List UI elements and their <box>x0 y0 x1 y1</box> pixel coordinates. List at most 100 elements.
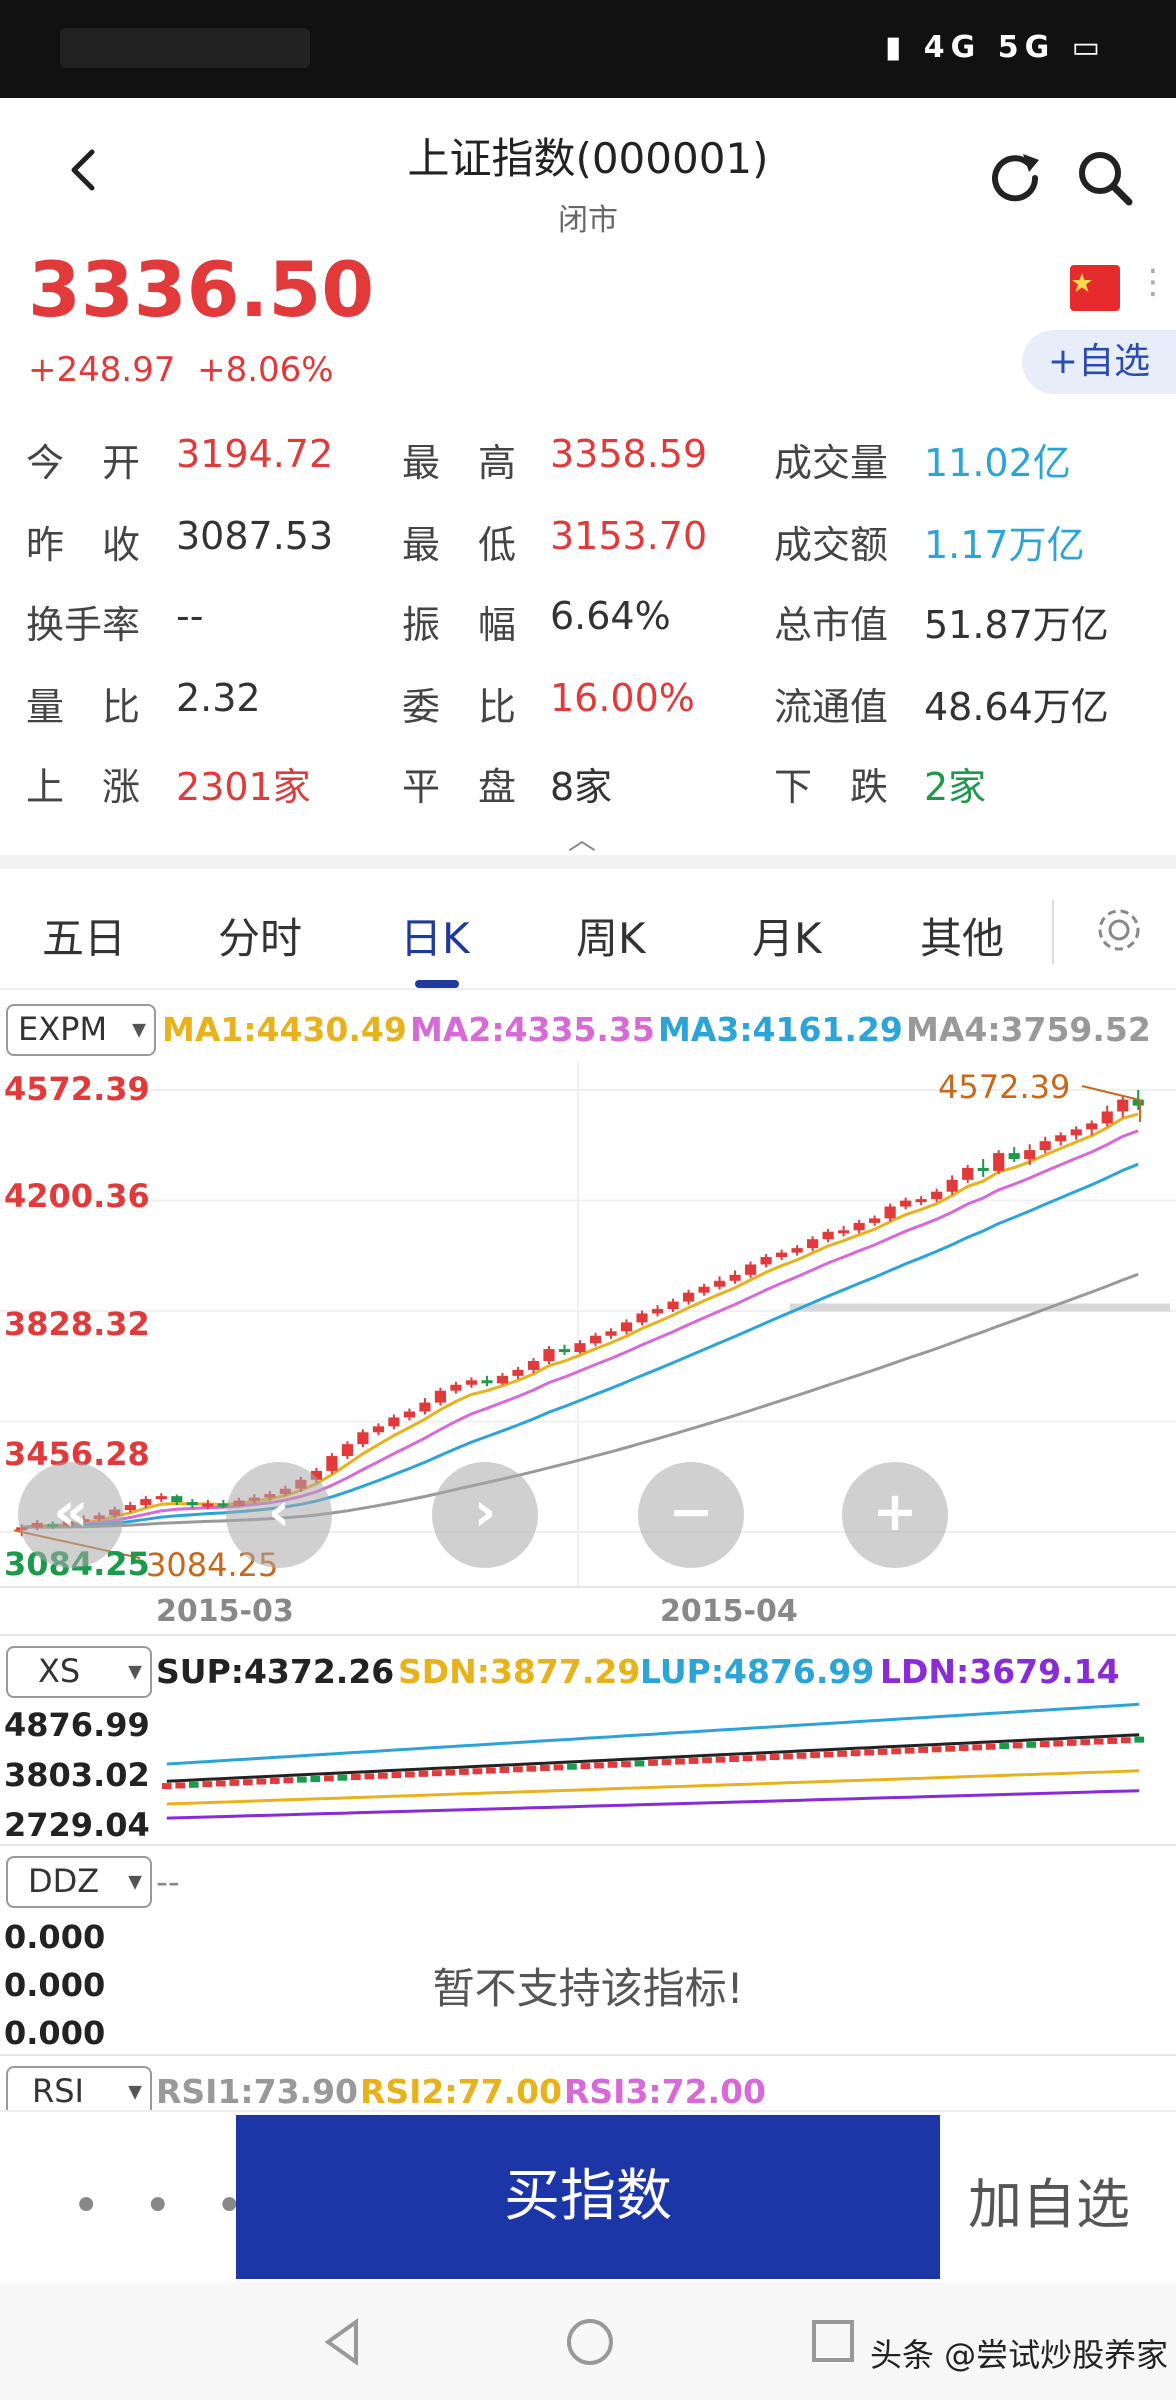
gear-icon[interactable] <box>1092 903 1146 957</box>
more-vertical-icon[interactable]: ⋮ <box>1136 262 1170 302</box>
status-bar-left <box>60 28 310 68</box>
candle-body <box>977 1167 989 1171</box>
ma2-value: MA2:4335.35 <box>410 1010 655 1049</box>
ldn-line <box>166 1789 1140 1820</box>
xs-candle <box>472 1768 483 1775</box>
nav-back-icon[interactable] <box>318 2318 366 2366</box>
stat-label: 上 涨 <box>26 765 141 809</box>
tab-1[interactable]: 分时 <box>218 905 302 966</box>
xs-candle <box>1026 1741 1037 1748</box>
tab-3[interactable]: 周K <box>576 905 646 966</box>
candle-body <box>589 1335 602 1344</box>
buy-index-button[interactable]: 买指数 <box>236 2115 940 2279</box>
candle-body <box>620 1322 633 1332</box>
tab-2[interactable]: 日K <box>400 905 470 966</box>
divider <box>0 1634 1176 1636</box>
xs-sdn-value: SDN:3877.29 <box>398 1652 641 1691</box>
xs-candle <box>175 1782 186 1789</box>
collapse-icon[interactable]: ︿ <box>568 818 596 858</box>
xs-candle <box>391 1772 402 1779</box>
candle-body <box>419 1402 431 1412</box>
xs-candle <box>877 1748 888 1755</box>
xs-candle <box>1080 1739 1091 1746</box>
xs-candle <box>850 1750 861 1757</box>
main-indicator-select[interactable]: EXPM ▼ <box>6 1004 156 1056</box>
candle-body <box>667 1301 679 1310</box>
xs-candle <box>904 1747 915 1754</box>
candle-body <box>202 1503 214 1507</box>
sup-line <box>166 1733 1140 1783</box>
xs-candle <box>337 1774 348 1781</box>
lup-line <box>166 1702 1140 1766</box>
add-favorite-button[interactable]: +自选 <box>1022 330 1176 394</box>
xs-candle <box>269 1777 280 1784</box>
search-icon[interactable] <box>1075 148 1135 208</box>
candle-body <box>993 1153 1005 1171</box>
tab-0[interactable]: 五日 <box>42 905 126 966</box>
xs-indicator-select[interactable]: XS ▼ <box>6 1646 152 1698</box>
candle-body <box>760 1257 772 1265</box>
tab-5[interactable]: 其他 <box>920 905 1004 966</box>
candle-body <box>900 1200 912 1207</box>
ma3-value: MA3:4161.29 <box>658 1010 903 1049</box>
unsupported-message: 暂不支持该指标! <box>432 1964 744 2013</box>
xs-candle <box>310 1775 321 1782</box>
stat-label: 振 幅 <box>402 603 517 647</box>
stat-value: 2301家 <box>176 765 311 809</box>
china-flag-icon[interactable] <box>1070 265 1120 311</box>
xs-candle <box>350 1774 361 1781</box>
candle-body <box>651 1309 664 1314</box>
xs-candle <box>985 1743 996 1750</box>
xs-candle <box>323 1775 334 1782</box>
watermark: 头条 @尝试炒股养家 <box>870 2336 1169 2374</box>
xs-candle <box>918 1746 928 1753</box>
candle-body <box>1070 1129 1082 1136</box>
divider <box>0 855 1176 869</box>
candle-body <box>791 1248 803 1253</box>
candle-body <box>1117 1099 1129 1112</box>
candle-body <box>915 1199 927 1203</box>
kline-chart[interactable] <box>0 1062 1176 1586</box>
xs-candle <box>769 1754 780 1761</box>
refresh-icon[interactable] <box>985 148 1045 208</box>
rsi1-value: RSI1:73.90 <box>156 2072 358 2111</box>
stat-label: 换手率 <box>26 603 141 647</box>
tab-4[interactable]: 月K <box>752 905 822 966</box>
stat-value: 2.32 <box>176 676 261 720</box>
candle-body <box>450 1384 462 1391</box>
xs-candle <box>661 1759 672 1766</box>
nav-recents-icon[interactable] <box>810 2318 856 2364</box>
rewind-button[interactable]: « <box>18 1462 124 1568</box>
scroll-left-button[interactable]: ‹ <box>226 1462 332 1568</box>
zoom-in-button[interactable]: + <box>842 1462 948 1568</box>
xs-chart[interactable] <box>0 1700 1176 1842</box>
stat-value: -- <box>176 594 204 638</box>
stat-label: 流通值 <box>774 685 889 729</box>
xs-candle <box>1093 1738 1104 1745</box>
candle-body <box>124 1505 136 1511</box>
xs-candle <box>675 1758 685 1765</box>
xs-candle <box>756 1754 766 1761</box>
candle-body <box>155 1496 167 1500</box>
zoom-out-button[interactable]: − <box>638 1462 744 1568</box>
xs-candle <box>256 1778 267 1785</box>
add-to-watchlist-button[interactable]: 加自选 <box>968 2160 1130 2239</box>
candle-body <box>822 1231 834 1240</box>
stat-label: 最 高 <box>402 441 517 485</box>
ddz-indicator-select[interactable]: DDZ ▼ <box>6 1856 152 1908</box>
stat-value: 48.64万亿 <box>924 685 1109 729</box>
candle-body <box>698 1286 710 1293</box>
xs-candle <box>296 1776 307 1783</box>
candle-body <box>853 1222 865 1231</box>
xs-candle <box>1053 1740 1064 1747</box>
scroll-right-button[interactable]: › <box>432 1462 538 1568</box>
xs-candle <box>999 1743 1010 1750</box>
candle-body <box>1039 1141 1051 1151</box>
candle-body <box>946 1179 958 1192</box>
more-button[interactable]: • • • <box>72 2178 257 2234</box>
xs-candle <box>486 1767 496 1774</box>
nav-home-icon[interactable] <box>564 2316 616 2368</box>
xs-y-label: 4876.99 <box>4 1706 150 1744</box>
xs-candle <box>648 1759 658 1766</box>
xs-candle <box>1134 1736 1145 1743</box>
